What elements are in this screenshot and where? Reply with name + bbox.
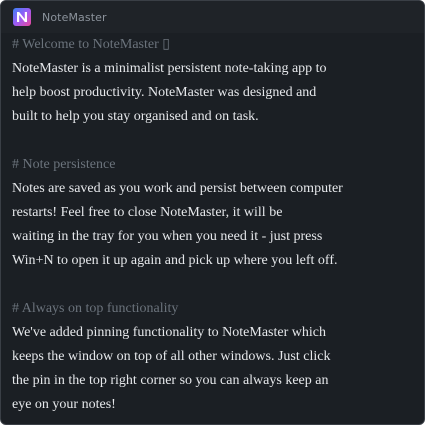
app-title: NoteMaster bbox=[42, 10, 107, 24]
note-heading-line[interactable]: # Note persistence bbox=[12, 153, 416, 177]
note-text-line[interactable]: the pin in the top right corner so you c… bbox=[12, 369, 416, 393]
logo-letter-n-icon bbox=[17, 12, 27, 22]
note-heading-line[interactable]: # Always on top functionality bbox=[12, 297, 416, 321]
note-text-line[interactable]: eye on your notes! bbox=[12, 393, 416, 417]
note-text-line[interactable]: restarts! Feel free to close NoteMaster,… bbox=[12, 201, 416, 225]
app-logo-icon bbox=[13, 8, 31, 26]
note-text-line[interactable]: Notes are saved as you work and persist … bbox=[12, 177, 416, 201]
title-bar[interactable]: NoteMaster bbox=[1, 1, 424, 33]
note-text-line[interactable]: help boost productivity. NoteMaster was … bbox=[12, 81, 416, 105]
note-text-line[interactable]: NoteMaster is a minimalist persistent no… bbox=[12, 57, 416, 81]
note-text-line[interactable]: keeps the window on top of all other win… bbox=[12, 345, 416, 369]
note-text-line[interactable]: waiting in the tray for you when you nee… bbox=[12, 225, 416, 249]
note-blank-line[interactable] bbox=[12, 273, 416, 297]
note-heading-line[interactable]: # Welcome to NoteMaster ▯ bbox=[12, 33, 416, 57]
note-text-line[interactable]: built to help you stay organised and on … bbox=[12, 105, 416, 129]
note-text-line[interactable]: We've added pinning functionality to Not… bbox=[12, 321, 416, 345]
app-window: NoteMaster # Welcome to NoteMaster ▯ Note… bbox=[0, 0, 425, 425]
note-text-line[interactable]: Win+N to open it up again and pick up wh… bbox=[12, 249, 416, 273]
note-editor[interactable]: # Welcome to NoteMaster ▯ NoteMaster is a… bbox=[12, 33, 416, 417]
note-blank-line[interactable] bbox=[12, 129, 416, 153]
